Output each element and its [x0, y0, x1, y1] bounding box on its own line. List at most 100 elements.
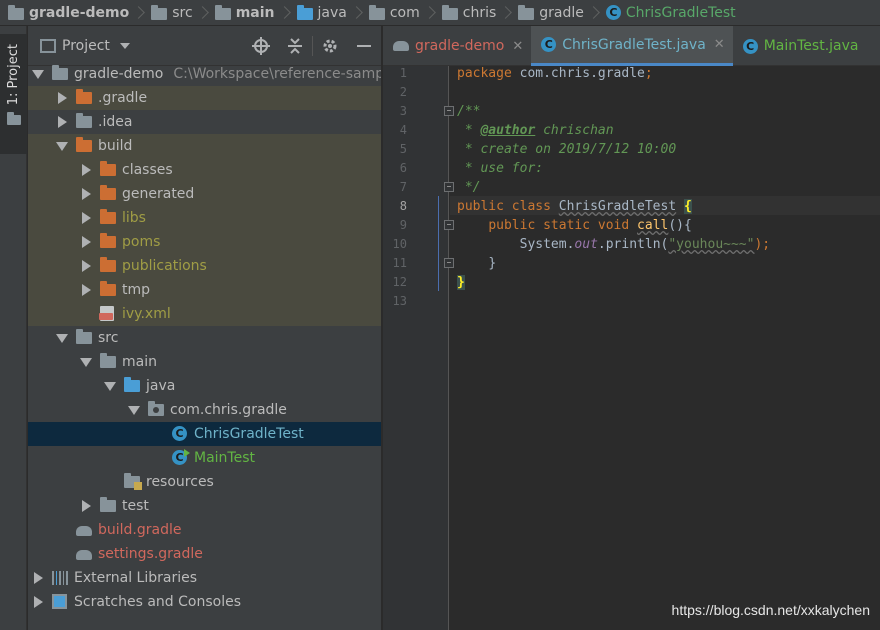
tree-node-project-root[interactable]: gradle-demo C:\Workspace\reference-sampl	[28, 62, 381, 86]
tree-node-java[interactable]: java	[28, 374, 381, 398]
folder-icon	[214, 4, 231, 20]
package-icon	[441, 4, 458, 20]
tree-node-resources[interactable]: resources	[28, 470, 381, 494]
collapsed-arrow-icon[interactable]	[80, 494, 92, 518]
collapsed-arrow-icon[interactable]	[80, 254, 92, 278]
settings-button[interactable]	[313, 26, 347, 66]
tree-node-tmp[interactable]: tmp	[28, 278, 381, 302]
tree-label: MainTest	[194, 450, 255, 466]
expanded-arrow-icon[interactable]	[104, 374, 116, 398]
breadcrumb-item-java[interactable]: java	[296, 0, 347, 25]
expanded-arrow-icon[interactable]	[80, 350, 92, 374]
tree-node-build[interactable]: build	[28, 134, 381, 158]
tree-node-poms[interactable]: poms	[28, 230, 381, 254]
breadcrumb-item-com[interactable]: com	[368, 0, 420, 25]
collapsed-arrow-icon[interactable]	[32, 590, 44, 614]
breadcrumb-item-project[interactable]: gradle-demo	[8, 0, 129, 25]
fold-marker-icon[interactable]	[444, 258, 454, 268]
collapsed-arrow-icon[interactable]	[80, 230, 92, 254]
fold-marker-icon[interactable]	[444, 106, 454, 116]
scratches-icon	[52, 594, 68, 610]
tree-node-src[interactable]: src	[28, 326, 381, 350]
hide-panel-button[interactable]	[347, 26, 381, 66]
tab-chrisgradletest[interactable]: C ChrisGradleTest.java ✕	[531, 26, 733, 66]
code-line-3: /**	[457, 102, 480, 121]
tree-node-build-gradle[interactable]: build.gradle	[28, 518, 381, 542]
editor-gutter: 1 2 3 4 5 6 7 8 9 10 11 12 13	[383, 66, 454, 630]
expanded-arrow-icon[interactable]	[56, 326, 68, 350]
tree-node-scratches[interactable]: Scratches and Consoles	[28, 590, 381, 614]
tree-label: resources	[146, 474, 214, 490]
line-number: 8	[399, 199, 407, 213]
breadcrumb-label: main	[235, 4, 275, 21]
tree-node-test[interactable]: test	[28, 494, 381, 518]
line-number: 12	[392, 275, 407, 289]
breadcrumb-item-chris[interactable]: chris	[441, 0, 496, 25]
method-name: call	[637, 218, 669, 233]
collapsed-arrow-icon[interactable]	[80, 158, 92, 182]
tree-node-dot-gradle[interactable]: .gradle	[28, 86, 381, 110]
tree-node-idea[interactable]: .idea	[28, 110, 381, 134]
line-number: 13	[392, 294, 407, 308]
class-ref: System.	[519, 237, 575, 252]
locate-file-button[interactable]	[244, 26, 278, 66]
tree-node-maintest[interactable]: C MainTest	[28, 446, 381, 470]
tree-node-classes[interactable]: classes	[28, 158, 381, 182]
tree-node-ivy-xml[interactable]: ivy.xml	[28, 302, 381, 326]
tree-label: External Libraries	[74, 570, 197, 586]
breadcrumb: gradle-demo src main java com chris grad…	[0, 0, 880, 26]
expanded-arrow-icon[interactable]	[128, 398, 140, 422]
project-tool-tab[interactable]: 1: Project	[0, 34, 27, 154]
tree-node-main[interactable]: main	[28, 350, 381, 374]
tree-node-external-libraries[interactable]: External Libraries	[28, 566, 381, 590]
tree-node-settings-gradle[interactable]: settings.gradle	[28, 542, 381, 566]
tab-gradle-demo[interactable]: gradle-demo ✕	[383, 26, 531, 66]
line-number: 1	[399, 66, 407, 80]
source-folder-icon	[296, 4, 313, 20]
breadcrumb-item-main[interactable]: main	[214, 0, 275, 25]
expanded-arrow-icon[interactable]	[32, 62, 44, 86]
breadcrumb-item-gradle[interactable]: gradle	[518, 0, 584, 25]
code-line-9: public static void call(){	[457, 216, 692, 235]
tree-label: poms	[122, 234, 161, 250]
line-number: 10	[392, 237, 407, 251]
collapsed-arrow-icon[interactable]	[80, 278, 92, 302]
close-icon[interactable]: ✕	[512, 39, 523, 54]
code-editor[interactable]: 1 2 3 4 5 6 7 8 9 10 11 12 13 package co…	[383, 66, 880, 630]
collapsed-arrow-icon[interactable]	[56, 86, 68, 110]
breadcrumb-separator-icon	[136, 0, 144, 25]
package-icon	[518, 4, 535, 20]
close-icon[interactable]: ✕	[714, 37, 725, 52]
code-line-4: * @author chrischan	[457, 121, 614, 140]
folder-icon	[6, 112, 21, 126]
fold-marker-icon[interactable]	[444, 182, 454, 192]
collapsed-arrow-icon[interactable]	[80, 182, 92, 206]
collapse-all-button[interactable]	[278, 26, 312, 66]
breadcrumb-item-src[interactable]: src	[151, 0, 193, 25]
project-view-selector[interactable]: Project	[62, 38, 110, 54]
project-view-icon	[40, 38, 56, 53]
folder-icon	[76, 137, 92, 154]
tree-node-publications[interactable]: publications	[28, 254, 381, 278]
chevron-down-icon[interactable]	[119, 42, 130, 49]
tab-label: MainTest.java	[763, 38, 859, 54]
collapsed-arrow-icon[interactable]	[32, 566, 44, 590]
project-panel-header: Project	[28, 26, 381, 66]
doc-comment: */	[457, 180, 481, 195]
tree-node-chrisgradletest[interactable]: C ChrisGradleTest	[28, 422, 381, 446]
collapsed-arrow-icon[interactable]	[80, 206, 92, 230]
tree-node-libs[interactable]: libs	[28, 206, 381, 230]
tree-label: classes	[122, 162, 173, 178]
tree-node-generated[interactable]: generated	[28, 182, 381, 206]
tab-maintest[interactable]: C MainTest.java	[733, 26, 867, 66]
expanded-arrow-icon[interactable]	[56, 134, 68, 158]
breadcrumb-item-class[interactable]: C ChrisGradleTest	[605, 0, 736, 25]
tree-node-package[interactable]: com.chris.gradle	[28, 398, 381, 422]
collapsed-arrow-icon[interactable]	[56, 110, 68, 134]
package-icon	[368, 4, 385, 20]
tree-label: build.gradle	[98, 522, 182, 538]
folder-icon	[100, 209, 116, 226]
fold-marker-icon[interactable]	[444, 220, 454, 230]
tree-label: .gradle	[98, 90, 148, 106]
keyword: package	[457, 66, 512, 81]
